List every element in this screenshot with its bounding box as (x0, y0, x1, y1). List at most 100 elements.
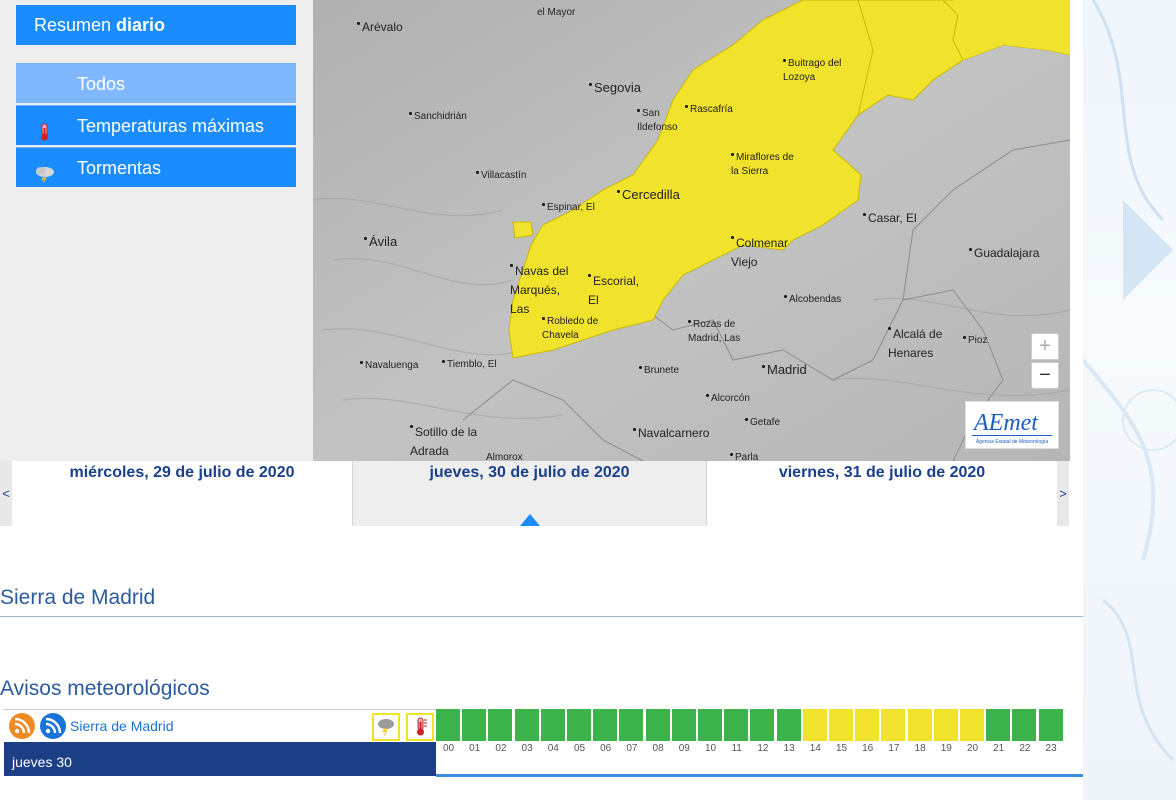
town-label: Sotillo de la Adrada (410, 425, 478, 458)
hour-warning-bar[interactable] (776, 709, 802, 741)
sidebar-item-todos[interactable]: Todos (16, 63, 296, 103)
town-label: Navalcarnero (633, 426, 709, 440)
hour-warning-bar[interactable] (462, 709, 488, 741)
hour-warning-bar[interactable] (829, 709, 854, 741)
hour-cell-01: 01 (462, 709, 488, 776)
town-label: Cercedilla (617, 188, 680, 202)
town-label: Colmenar Viejo (731, 236, 789, 269)
town-label: Navaluenga (360, 359, 418, 373)
hour-label: 17 (888, 743, 900, 754)
hour-label: 02 (495, 743, 507, 754)
town-label: Navas del Marqués, Las (510, 264, 569, 316)
hour-cell-05: 05 (567, 709, 592, 776)
sidebar-item-max-temperatures[interactable]: Temperaturas máximas (16, 105, 296, 145)
town-label: Parla (730, 451, 758, 461)
date-tab-1[interactable]: miércoles, 29 de julio de 2020 (12, 461, 352, 526)
hour-cell-14: 14 (802, 709, 828, 776)
hour-warning-bar[interactable] (960, 709, 985, 741)
background-decoration (1083, 0, 1176, 800)
storm-cloud-icon (34, 158, 54, 184)
hour-label: 06 (600, 743, 612, 754)
sidebar-item-label: Temperaturas máximas (77, 116, 265, 136)
date-tab-3[interactable]: viernes, 31 de julio de 2020 (707, 461, 1057, 526)
daily-summary-prefix: Resumen (34, 15, 117, 35)
next-date-arrow[interactable]: > (1057, 461, 1069, 526)
hour-warning-bar[interactable] (645, 709, 671, 741)
hour-warning-bar[interactable] (540, 709, 566, 741)
hour-cell-16: 16 (855, 709, 881, 776)
hour-warning-bar[interactable] (933, 709, 959, 741)
aemet-logo-subtext: Agencia Estatal de Meteorología (976, 439, 1048, 445)
hour-warning-bar[interactable] (593, 709, 619, 741)
hour-cell-13: 13 (776, 709, 802, 776)
rss-feed-alt-icon[interactable] (40, 713, 66, 739)
hour-warning-bar[interactable] (671, 709, 697, 741)
zoom-out-button[interactable]: − (1031, 362, 1059, 389)
hour-warning-bar[interactable] (567, 709, 592, 741)
hour-warning-bar[interactable] (881, 709, 907, 741)
sidebar-item-label: Todos (77, 74, 126, 94)
town-label: San Ildefonso (637, 108, 678, 133)
warnings-map[interactable]: Arévalo el Mayor Segovia Sanchidrián San… (313, 0, 1070, 461)
hour-label: 21 (993, 743, 1005, 754)
hour-cell-20: 20 (960, 709, 985, 776)
aemet-logo[interactable]: AEmet Agencia Estatal de Meteorología (965, 401, 1059, 449)
town-label: Getafe (745, 416, 780, 430)
hour-cell-17: 17 (881, 709, 907, 776)
hour-warning-bar[interactable] (488, 709, 514, 741)
hour-warning-bar[interactable] (986, 709, 1012, 741)
hour-warning-bar[interactable] (855, 709, 881, 741)
hour-label: 20 (966, 743, 979, 754)
town-label: Pioz (963, 334, 987, 348)
hour-warning-bar[interactable] (698, 709, 723, 741)
hour-label: 11 (731, 743, 742, 754)
town-label: Arévalo (357, 20, 403, 34)
daily-summary-button[interactable]: Resumen diario (16, 5, 296, 45)
hour-warning-bar[interactable] (802, 709, 828, 741)
hour-warning-bar[interactable] (724, 709, 750, 741)
hour-label: 07 (626, 743, 638, 754)
town-label: Alcorcón (706, 392, 750, 406)
town-label: Tiemblo, El (442, 358, 497, 372)
hour-warning-bar[interactable] (907, 709, 933, 741)
hour-label: 14 (809, 743, 821, 754)
town-label: Guadalajara (969, 246, 1039, 260)
hour-cell-08: 08 (645, 709, 671, 776)
hour-warning-bar[interactable] (619, 709, 645, 741)
warning-day-label: jueves 30 (4, 742, 436, 776)
hour-label: 09 (678, 743, 690, 754)
hour-warning-bar[interactable] (1038, 709, 1064, 741)
hour-label: 15 (835, 743, 848, 754)
hour-warning-bar[interactable] (436, 709, 461, 741)
hour-label: 19 (940, 743, 952, 754)
town-label: Buitrago del Lozoya (783, 58, 842, 83)
town-label: Brunete (639, 364, 679, 378)
selected-date-indicator (520, 514, 540, 526)
aemet-logo-text: AEmet (972, 410, 1039, 436)
zone-link[interactable]: Sierra de Madrid (70, 718, 174, 734)
sidebar-item-label: Tormentas (77, 158, 162, 178)
hour-cell-04: 04 (540, 709, 566, 776)
rss-feed-icon[interactable] (9, 713, 35, 739)
town-label: Rascafría (685, 103, 733, 117)
town-label: Almorox (486, 452, 523, 461)
hour-label: 23 (1045, 743, 1057, 754)
sidebar-item-storms[interactable]: Tormentas (16, 147, 296, 187)
hour-cell-12: 12 (750, 709, 776, 776)
hour-label: 22 (1019, 743, 1031, 754)
sidebar: Resumen diario Todos Temperaturas máxima… (0, 0, 313, 461)
hour-warning-bar[interactable] (1012, 709, 1038, 741)
hour-label: 05 (573, 743, 586, 754)
zoom-in-button[interactable]: + (1031, 333, 1059, 360)
town-label: Alcobendas (784, 293, 841, 307)
prev-date-arrow[interactable]: < (0, 461, 12, 526)
hour-cell-19: 19 (933, 709, 959, 776)
hour-label: 00 (442, 743, 455, 754)
hour-label: 13 (783, 743, 795, 754)
hour-label: 10 (704, 743, 717, 754)
town-label: Espinar, El (542, 201, 595, 215)
town-label: el Mayor (537, 7, 576, 18)
hour-warning-bar[interactable] (514, 709, 540, 741)
hour-warning-bar[interactable] (750, 709, 776, 741)
hour-cell-11: 11 (724, 709, 750, 776)
